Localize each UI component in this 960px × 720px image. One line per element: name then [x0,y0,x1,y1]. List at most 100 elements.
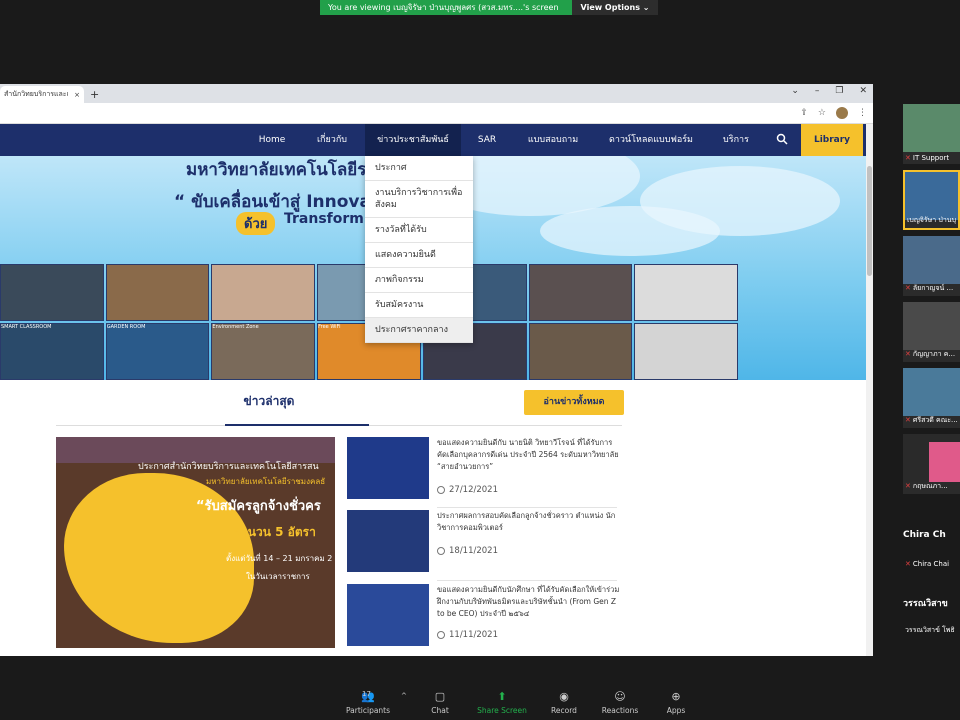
address-bar-icons: ⇪ ☆ ⋮ [800,107,867,119]
participant-video [903,368,960,416]
share-screen-button[interactable]: ⬆ Share Screen [474,688,530,720]
news-separator [437,580,617,581]
participant-count: 17 [362,690,371,698]
participant-video [903,434,960,482]
website-viewport: มหาวิทยาลัยเทคโนโลยีรา “ ขับเคลื่อนเข้าส… [0,124,866,656]
news-title[interactable]: ขอแสดงความยินดีกับนักศึกษา ที่ได้รับคัดเ… [437,584,621,620]
participant-tile[interactable]: ✕ ลัยกาญจน์ ... [903,236,960,296]
library-button[interactable]: Library [801,124,863,156]
nav-home[interactable]: Home [252,124,292,156]
address-bar[interactable]: ⇪ ☆ ⋮ [0,103,873,124]
tab-close-icon[interactable]: × [74,91,80,99]
news-date: 11/11/2021 [437,630,498,640]
participant-name: วรรณวิสาข์ โพธิ [905,626,955,634]
dropdown-item-jobs[interactable]: รับสมัครงาน [365,293,473,318]
clock-icon [437,547,445,555]
participant-name: ✕ ศรีสวดี คณะ... [905,416,958,424]
browser-tab-bar: สำนักวิทยบริการและเทคโนโลยีสารสนเ × + ⌄ … [0,84,873,103]
participant-name: ✕ IT Support [905,154,950,162]
nav-services[interactable]: บริการ [714,124,758,156]
maximize-button[interactable]: ❐ [835,86,843,96]
news-thumbnail [347,437,429,499]
minimize-button[interactable]: – [815,86,820,96]
participant-tile[interactable]: ✕ กฤษณภา... [903,434,960,494]
poster-title: “รับสมัครลูกจ้างชั่วคร [196,499,321,514]
participant-tile[interactable]: ✕ IT Support [903,104,960,164]
photo-tile [634,264,738,321]
dropdown-item-activities[interactable]: ภาพกิจกรรม [365,268,473,293]
participant-video [903,104,960,152]
chat-button[interactable]: ▢ Chat [422,688,458,720]
profile-avatar-icon[interactable] [836,107,848,119]
viewing-screen-message: You are viewing เบญจิรัษา ป่านบุญพูลศร (… [320,0,572,15]
site-navigation: Home เกี่ยวกับ ข่าวประชาสัมพันธ์ SAR แบบ… [0,124,866,156]
reactions-button[interactable]: ☺ Reactions [598,688,642,720]
tab-search-icon[interactable]: ⌄ [791,86,799,96]
news-item[interactable]: ขอแสดงความยินดีกับนักศึกษา ที่ได้รับคัดเ… [347,584,627,654]
photo-tile [528,264,633,321]
share-icon[interactable]: ⇪ [800,108,808,118]
nav-news[interactable]: ข่าวประชาสัมพันธ์ [365,124,461,156]
participant-big-name: วรรณวิสาข [903,599,948,609]
hero-badge: ด้วย [236,212,276,235]
participant-tile[interactable]: วรรณวิสาข์ โพธิ [903,618,960,638]
close-window-button[interactable]: ✕ [859,86,867,96]
nav-sar[interactable]: SAR [470,124,504,156]
new-tab-button[interactable]: + [90,86,99,103]
dropdown-item-academic-service[interactable]: งานบริการวิชาการเพื่อสังคม [365,181,473,218]
poster-university: มหาวิทยาลัยเทคโนโลยีราชมงคลธั [206,477,326,486]
search-icon[interactable] [776,133,788,145]
photo-tile [528,323,633,380]
screen-share-banner: You are viewing เบญจิรัษา ป่านบุญพูลศร (… [320,0,658,15]
news-title[interactable]: ขอแสดงความยินดีกับ นายนิติ วิทยาวีโรจน์ … [437,437,621,473]
browser-menu-icon[interactable]: ⋮ [858,108,867,118]
participants-options-chevron-icon[interactable]: ^ [401,692,407,700]
record-button[interactable]: ◉ Record [546,688,582,720]
news-title[interactable]: ประกาศผลการสอบคัดเลือกลูกจ้างชั่วคราว ตำ… [437,510,621,534]
news-item[interactable]: ประกาศผลการสอบคัดเลือกลูกจ้างชั่วคราว ตำ… [347,510,627,580]
participant-big-name: Chira Ch [903,530,946,540]
participant-name: เบญจิรัษา ป่านบุ [907,216,957,224]
page-scrollbar[interactable] [866,124,873,656]
browser-tab[interactable]: สำนักวิทยบริการและเทคโนโลยีสารสนเ × [0,86,84,103]
nav-survey[interactable]: แบบสอบถาม [520,124,586,156]
dropdown-item-congratulations[interactable]: แสดงความยินดี [365,243,473,268]
news-date: 27/12/2021 [437,485,498,495]
news-dropdown-menu: ประกาศ งานบริการวิชาการเพื่อสังคม รางวัล… [365,156,473,343]
participant-video [903,236,960,284]
photo-tile [0,264,104,321]
bookmark-star-icon[interactable]: ☆ [818,108,826,118]
news-separator [437,507,617,508]
dropdown-item-announcement[interactable]: ประกาศ [365,156,473,181]
view-options-button[interactable]: View Options ⌄ [572,0,658,15]
participant-tile[interactable]: ✕ ศรีสวดี คณะ... [903,368,960,428]
participant-video [905,172,958,220]
shared-browser-window: สำนักวิทยบริการและเทคโนโลยีสารสนเ × + ⌄ … [0,84,873,656]
dropdown-item-awards[interactable]: รางวัลที่ได้รับ [365,218,473,243]
hero-university-name: มหาวิทยาลัยเทคโนโลยีรา [186,160,376,180]
latest-news-heading: ข่าวล่าสุด [243,394,295,408]
clock-icon [437,486,445,494]
chat-icon: ▢ [434,690,446,703]
window-controls: ⌄ – ❐ ✕ [791,86,867,96]
participant-name: ✕ กัญญาภา ค... [905,350,956,358]
participant-tile[interactable]: ✕ กัญญาภา ค... [903,302,960,362]
news-date: 18/11/2021 [437,546,498,556]
apps-button[interactable]: ⊕ Apps [660,688,692,720]
nav-about[interactable]: เกี่ยวกับ [308,124,356,156]
meeting-toolbar: 👥 17 Participants ▢ Chat ⬆ Share Screen … [0,688,960,720]
participant-tile-active-speaker[interactable]: เบญจิรัษา ป่านบุ [903,170,960,230]
poster-positions: จำนวน 5 อัตรา [234,525,316,539]
featured-news-poster[interactable]: ประกาศสำนักวิทยบริการและเทคโนโลยีสารสน ม… [56,437,335,648]
photo-tile [105,264,210,321]
environment-zone-tile: Environment Zone [211,323,316,380]
nav-download-forms[interactable]: ดาวน์โหลดแบบฟอร์ม [600,124,702,156]
news-item[interactable]: ขอแสดงความยินดีกับ นายนิติ วิทยาวีโรจน์ … [347,437,627,507]
dropdown-item-median-price[interactable]: ประกาศราคากลาง [365,318,473,343]
participant-tile[interactable]: ✕ Chira Chai [903,550,960,570]
participant-name: ✕ ลัยกาญจน์ ... [905,284,954,292]
garden-room-tile: GARDEN ROOM [105,323,210,380]
read-all-news-button[interactable]: อ่านข่าวทั้งหมด [524,390,624,415]
poster-heading: ประกาศสำนักวิทยบริการและเทคโนโลยีสารสน [138,462,319,472]
participants-button[interactable]: 👥 17 Participants [342,688,394,720]
